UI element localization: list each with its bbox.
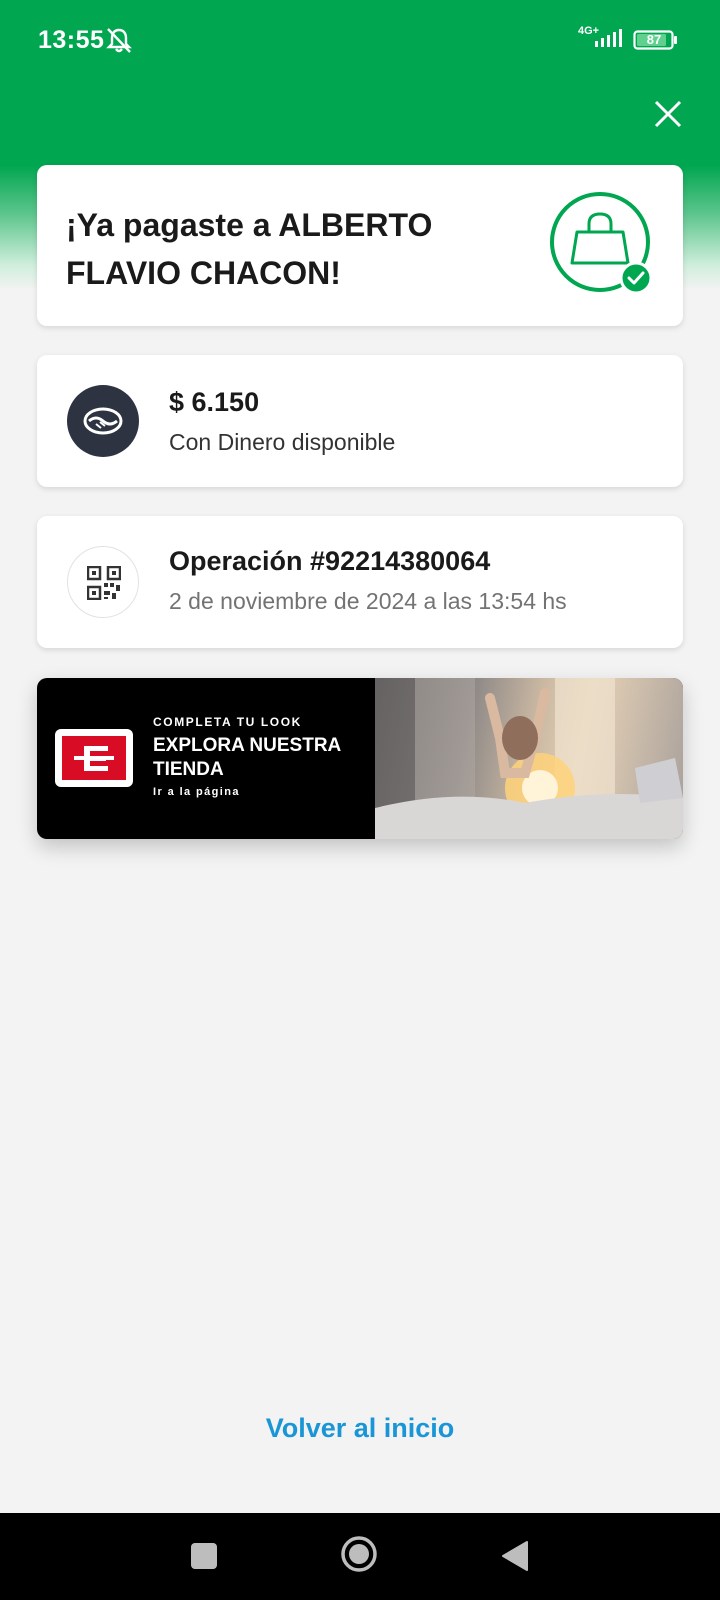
payment-success-card: ¡Ya pagaste a ALBERTO FLAVIO CHACON! bbox=[37, 165, 683, 326]
system-navigation-bar bbox=[0, 1513, 720, 1600]
success-title: ¡Ya pagaste a ALBERTO FLAVIO CHACON! bbox=[66, 207, 433, 291]
handshake-icon bbox=[67, 385, 139, 457]
qr-code-icon bbox=[87, 566, 121, 600]
banner-kicker: COMPLETA TU LOOK bbox=[153, 715, 302, 729]
qr-badge bbox=[67, 546, 139, 618]
back-button[interactable] bbox=[501, 1540, 529, 1572]
close-button[interactable] bbox=[650, 96, 686, 132]
bell-muted-icon bbox=[106, 28, 132, 53]
shopping-bag-check-icon bbox=[550, 192, 653, 295]
banner-link[interactable]: Ir a la página bbox=[153, 786, 240, 798]
status-bar: 13:55 4G+ 87 bbox=[0, 0, 720, 82]
home-button[interactable] bbox=[340, 1535, 378, 1573]
battery-level: 87 bbox=[646, 32, 662, 47]
back-home-link[interactable]: Volver al inicio bbox=[0, 1413, 720, 1444]
store-promo-banner[interactable]: COMPLETA TU LOOK EXPLORA NUESTRA TIENDA … bbox=[37, 678, 683, 839]
operation-card: Operación #92214380064 2 de noviembre de… bbox=[37, 516, 683, 648]
operation-number: Operación #92214380064 bbox=[169, 546, 491, 576]
recent-apps-button[interactable] bbox=[191, 1543, 217, 1569]
payment-amount: $ 6.150 bbox=[169, 387, 260, 417]
payment-method: Con Dinero disponible bbox=[169, 429, 396, 455]
signal-icon bbox=[595, 29, 622, 47]
payment-detail-card: $ 6.150 Con Dinero disponible bbox=[37, 355, 683, 487]
operation-date: 2 de noviembre de 2024 a las 13:54 hs bbox=[169, 588, 567, 614]
banner-headline: EXPLORA NUESTRA TIENDA bbox=[153, 735, 341, 780]
banner-photo bbox=[375, 678, 683, 839]
brand-logo bbox=[55, 729, 133, 787]
status-time: 13:55 bbox=[38, 26, 105, 54]
